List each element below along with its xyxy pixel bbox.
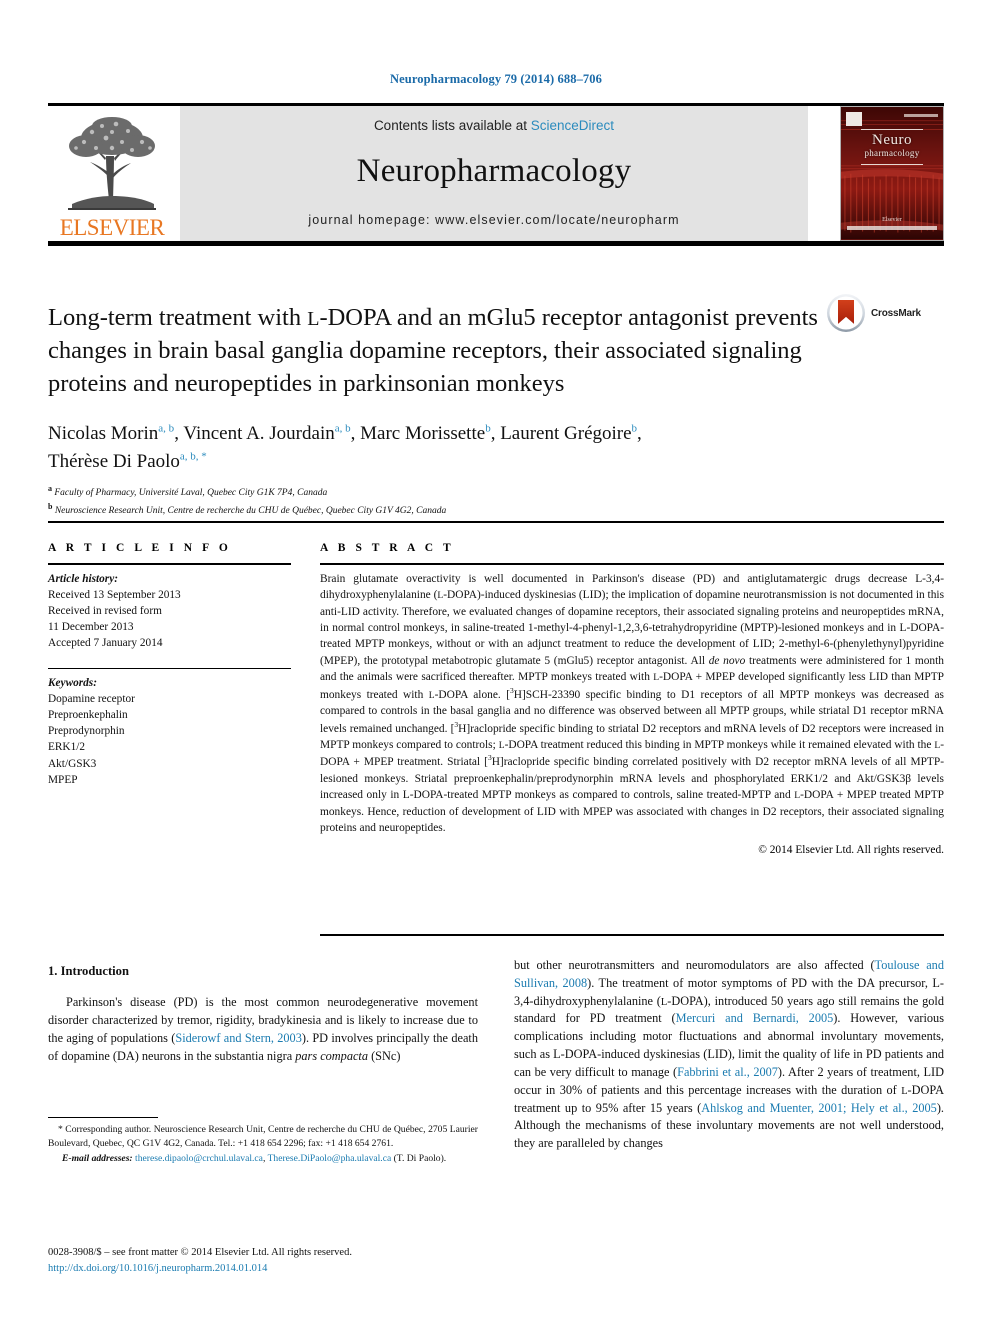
affiliation-text: Faculty of Pharmacy, Université Laval, Q… [54,488,328,499]
corresponding-author-note: * Corresponding author. Neuroscience Res… [48,1124,478,1150]
citation-link[interactable]: Ahlskog and Muenter, 2001; Hely et al., … [701,1101,937,1115]
citation-link[interactable]: Fabbrini et al., 2007 [677,1065,778,1079]
keyword-item: ERK1/2 [48,741,86,754]
author-name: Nicolas Morin [48,423,159,444]
contents-lists-line: Contents lists available at ScienceDirec… [374,118,614,133]
doi-link[interactable]: http://dx.doi.org/10.1016/j.neuropharm.2… [48,1261,508,1277]
email-link[interactable]: therese.dipaolo@crchul.ulaval.ca [135,1153,263,1164]
elsevier-tree-icon [68,117,156,210]
journal-homepage[interactable]: journal homepage: www.elsevier.com/locat… [308,213,679,227]
keyword-item: Preprodynorphin [48,725,125,738]
author-affil-marks: b [485,422,491,435]
history-line: Accepted 7 January 2014 [48,636,163,649]
article-info-heading: A R T I C L E I N F O [48,542,232,554]
keyword-item: Dopamine receptor [48,693,135,706]
body-column-left: 1. Introduction Parkinson's disease (PD)… [48,962,478,1066]
author-name: Marc Morissette [360,423,486,444]
crossmark-label: CrossMark [871,307,921,319]
intro-paragraph-right: but other neurotransmitters and neuromod… [514,958,945,1151]
citation-link[interactable]: Mercuri and Bernardi, 2005 [676,1011,834,1025]
body-column-right: but other neurotransmitters and neuromod… [514,957,944,1153]
colophon: 0028-3908/$ – see front matter © 2014 El… [48,1245,508,1278]
citation-link[interactable]: Toulouse and Sullivan, 2008 [514,958,944,990]
journal-masthead: ELSEVIER Contents lists available at Sci… [48,106,944,241]
cover-publisher-badge [846,112,862,126]
elsevier-wordmark: ELSEVIER [59,215,165,240]
section-heading-introduction: 1. Introduction [48,964,129,978]
page-title: Long-term treatment with L-DOPA and an m… [48,304,818,397]
author-list: Nicolas Morina, b, Vincent A. Jourdaina,… [48,422,642,473]
keywords-label: Keywords: [48,677,97,690]
email-label: E-mail addresses: [62,1152,133,1164]
abstract-copyright: © 2014 Elsevier Ltd. All rights reserved… [758,844,944,857]
article-info-column: A R T I C L E I N F O Article history: R… [48,542,291,788]
author-affil-marks: a, b [334,422,351,435]
journal-cover-thumbnail[interactable]: Neuro pharmacology Elsevier [840,106,944,241]
keywords-underline [48,667,291,670]
author-name: Thérèse Di Paolo [48,451,180,473]
masthead-center-panel: Contents lists available at ScienceDirec… [180,106,808,241]
footnote-block: * Corresponding author. Neuroscience Res… [48,1123,478,1166]
crossmark-badge[interactable]: CrossMark [826,291,936,335]
author-name: Laurent Grégoire [500,423,632,444]
email-note: E-mail addresses: therese.dipaolo@crchul… [62,1152,447,1164]
history-line: Received 13 September 2013 [48,588,181,601]
abstract-column: A B S T R A C T Brain glutamate overacti… [320,542,944,856]
cover-publisher-name: Elsevier [882,217,902,223]
elsevier-logo[interactable]: ELSEVIER [48,106,176,241]
masthead-bottom-rule [48,241,944,246]
citation-link[interactable]: Siderowf and Stern, 2003 [175,1031,301,1045]
abstract-underline [320,563,944,565]
cover-rule-mid [861,164,923,165]
email-attribution: (T. Di Paolo). [391,1152,447,1164]
cover-bottom-bar [847,226,937,230]
keyword-item: MPEP [48,773,78,786]
affiliation-item: a Faculty of Pharmacy, Université Laval,… [48,484,328,499]
author-affil-marks: a, b, * [179,450,207,463]
article-info-underline [48,563,291,565]
footnote-rule [48,1117,158,1118]
keyword-item: Akt/GSK3 [48,757,97,770]
affiliation-item: b Neuroscience Research Unit, Centre de … [48,501,447,517]
intro-paragraph-left: Parkinson's disease (PD) is the most com… [48,995,478,1063]
keywords-block: Keywords: Dopamine receptor Preproenkeph… [48,675,291,787]
history-line: 11 December 2013 [48,620,134,633]
abstract-section-top-rule [48,521,944,523]
article-history-label: Article history: [48,572,118,585]
author-name: Vincent A. Jourdain [183,423,335,444]
contents-lists-prefix: Contents lists available at [373,118,531,133]
journal-title: Neuropharmacology [356,152,632,189]
article-history: Article history: Received 13 September 2… [48,571,291,651]
abstract-bottom-rule [320,934,944,936]
abstract-heading: A B S T R A C T [320,542,455,554]
cover-issue-line [904,114,938,117]
crossmark-icon [827,294,865,332]
cover-title-sub: pharmacology [864,148,920,158]
author-affil-marks: b [631,422,638,435]
affiliation-text: Neuroscience Research Unit, Centre de re… [54,506,447,517]
issn-line: 0028-3908/$ – see front matter © 2014 El… [48,1247,352,1258]
cover-title: Neuro pharmacology [841,133,943,158]
abstract-text: Brain glutamate overactivity is well doc… [320,572,945,835]
author-affil-marks: a, b [158,422,175,435]
email-link[interactable]: Therese.DiPaolo@pha.ulaval.ca [268,1153,392,1164]
cover-title-main: Neuro [872,132,912,148]
history-line: Received in revised form [48,604,162,617]
keyword-item: Preproenkephalin [48,709,128,722]
affiliation-list: a Faculty of Pharmacy, Université Laval,… [48,483,878,519]
running-head: Neuropharmacology 79 (2014) 688–706 [390,72,602,86]
article-page: Neuropharmacology 79 (2014) 688–706 ELSE… [0,0,992,1323]
cover-rule-top [861,129,923,130]
sciencedirect-link[interactable]: ScienceDirect [531,118,614,133]
